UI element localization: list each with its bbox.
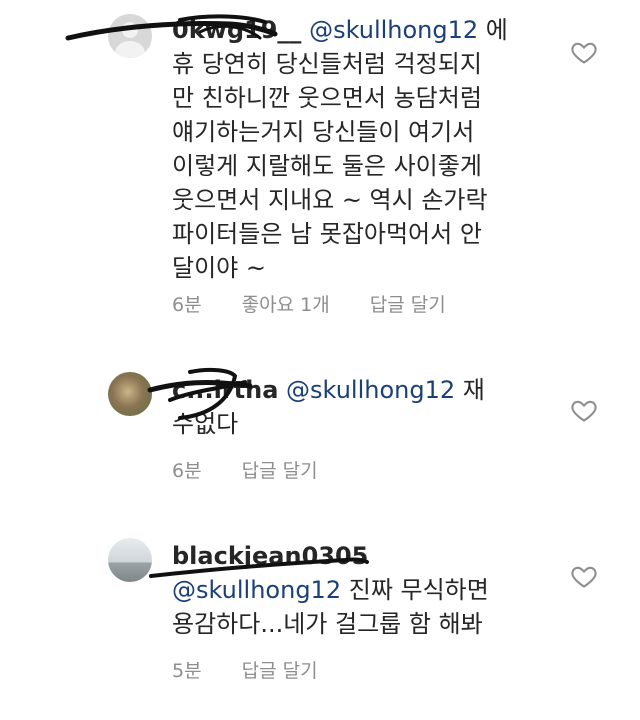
avatar[interactable]: [108, 372, 152, 416]
comment-line: 이렇게 지랄해도 둘은 사이좋게: [172, 152, 482, 180]
comment-time: 5분: [172, 660, 202, 682]
comment-username[interactable]: 0kwg19__: [172, 16, 301, 44]
comment-line: 수없다: [172, 410, 239, 438]
reply-button[interactable]: 답글 달기: [370, 294, 446, 316]
comment-username[interactable]: c...lrtha: [172, 376, 278, 404]
comment-username[interactable]: blackjean0305: [172, 542, 368, 570]
comment-text: blackjean0305 @skullhong12 진짜 무식하면 용감하다.…: [172, 539, 522, 641]
likes-count[interactable]: 좋아요 1개: [242, 294, 330, 316]
comment-mention[interactable]: @skullhong12: [286, 376, 455, 404]
comment-time: 6분: [172, 294, 202, 316]
comment-mention[interactable]: @skullhong12: [172, 576, 341, 604]
heart-outline-icon[interactable]: [570, 562, 598, 590]
reply-button[interactable]: 답글 달기: [242, 660, 318, 682]
heart-outline-icon[interactable]: [570, 396, 598, 424]
comment-line: 휴 당연히 당신들처럼 걱정되지: [172, 50, 482, 78]
comment-mention[interactable]: @skullhong12: [309, 16, 478, 44]
comment-time: 6분: [172, 460, 202, 482]
comment-line: 얘기하는거지 당신들이 여기서: [172, 118, 475, 146]
comment-line: 에: [485, 16, 508, 44]
reply-button[interactable]: 답글 달기: [242, 460, 318, 482]
comment-line: 용감하다...네가 걸그룹 함 해봐: [172, 610, 483, 638]
comment-line: 달이야 ~: [172, 254, 266, 282]
heart-outline-icon[interactable]: [570, 38, 598, 66]
comment-meta: 6분 답글 달기: [172, 456, 352, 483]
comment-text: c...lrtha @skullhong12 재 수없다: [172, 373, 522, 441]
comment-text: 0kwg19__ @skullhong12 에 휴 당연히 당신들처럼 걱정되지…: [172, 13, 522, 285]
comment-line: 파이터들은 남 못잡아먹어서 안: [172, 220, 482, 248]
comment-line: 웃으면서 지내요 ~ 역시 손가락: [172, 186, 488, 214]
comment-meta: 6분 좋아요 1개 답글 달기: [172, 290, 480, 317]
avatar[interactable]: [108, 538, 152, 582]
avatar[interactable]: [108, 14, 152, 58]
comment-line: 만 친하니깐 웃으면서 농담처럼: [172, 84, 482, 112]
comment-meta: 5분 답글 달기: [172, 656, 352, 683]
comment-line: 재: [462, 376, 485, 404]
comment-line: 진짜 무식하면: [348, 576, 489, 604]
